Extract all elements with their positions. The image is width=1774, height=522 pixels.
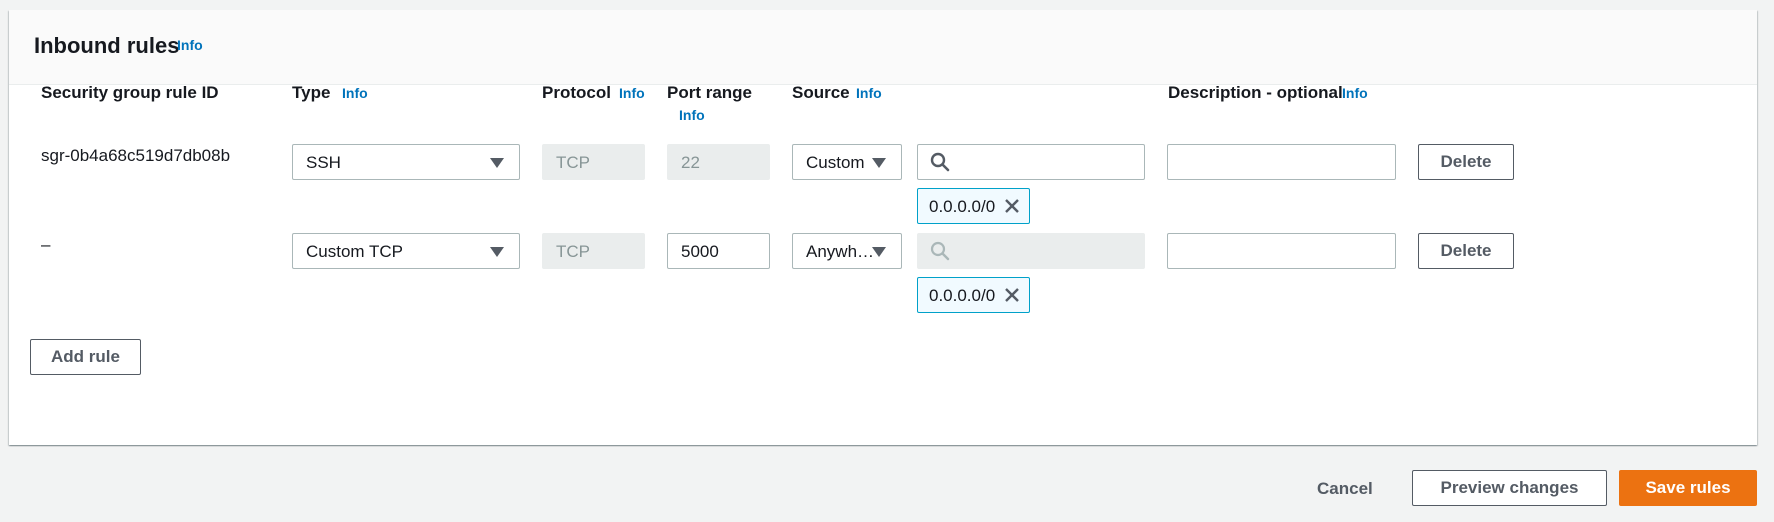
protocol-field: TCP — [542, 233, 645, 269]
port-range-value: 22 — [681, 153, 700, 172]
source-token-label: 0.0.0.0/0 — [929, 286, 996, 305]
add-rule-button[interactable]: Add rule — [30, 339, 141, 375]
rule-id: – — [41, 235, 51, 254]
search-icon — [930, 241, 950, 261]
close-icon[interactable] — [1003, 197, 1021, 215]
source-type-value: Anywh… — [806, 242, 875, 261]
delete-button[interactable]: Delete — [1418, 233, 1514, 269]
column-header-type: Type — [292, 83, 331, 102]
description-input[interactable] — [1167, 144, 1396, 180]
inbound-rules-panel: Inbound rules Info Security group rule I… — [9, 10, 1757, 445]
protocol-value: TCP — [556, 153, 590, 172]
column-header-port-range: Port range — [667, 83, 753, 102]
column-header-description: Description - optional — [1168, 83, 1343, 102]
source-search-input — [917, 233, 1145, 269]
panel-title: Inbound rules — [34, 33, 180, 58]
protocol-value: TCP — [556, 242, 590, 261]
source-type-value: Custom — [806, 153, 865, 172]
save-rules-button[interactable]: Save rules — [1619, 470, 1757, 506]
port-range-input[interactable]: 5000 — [667, 233, 770, 269]
cancel-button[interactable]: Cancel — [1317, 479, 1373, 499]
column-header-source: Source — [792, 83, 850, 102]
type-info-link[interactable]: Info — [342, 85, 368, 101]
source-info-link[interactable]: Info — [856, 85, 882, 101]
type-select[interactable]: Custom TCP — [292, 233, 520, 269]
preview-changes-button[interactable]: Preview changes — [1412, 470, 1607, 506]
panel-header: Inbound rules Info — [9, 10, 1757, 85]
caret-down-icon — [872, 158, 886, 168]
close-icon[interactable] — [1003, 286, 1021, 304]
source-search-input[interactable] — [917, 144, 1145, 180]
delete-button[interactable]: Delete — [1418, 144, 1514, 180]
source-token: 0.0.0.0/0 — [917, 277, 1030, 313]
protocol-info-link[interactable]: Info — [619, 85, 645, 101]
rule-id: sgr-0b4a68c519d7db08b — [41, 146, 231, 165]
type-select[interactable]: SSH — [292, 144, 520, 180]
port-range-value: 5000 — [681, 242, 719, 261]
column-header-rule-id: Security group rule ID — [41, 83, 219, 102]
description-input[interactable] — [1167, 233, 1396, 269]
port-range-info-link[interactable]: Info — [679, 107, 705, 123]
source-token-label: 0.0.0.0/0 — [929, 197, 996, 216]
protocol-field: TCP — [542, 144, 645, 180]
caret-down-icon — [490, 158, 504, 168]
source-token: 0.0.0.0/0 — [917, 188, 1030, 224]
title-info-link[interactable]: Info — [177, 37, 203, 53]
search-icon — [930, 152, 950, 172]
port-range-field: 22 — [667, 144, 770, 180]
caret-down-icon — [490, 247, 504, 257]
description-info-link[interactable]: Info — [1342, 85, 1368, 101]
caret-down-icon — [872, 247, 886, 257]
column-header-protocol: Protocol — [542, 83, 611, 102]
type-select-value: Custom TCP — [306, 242, 403, 261]
type-select-value: SSH — [306, 153, 341, 172]
source-type-select[interactable]: Anywh… — [792, 233, 902, 269]
source-type-select[interactable]: Custom — [792, 144, 902, 180]
